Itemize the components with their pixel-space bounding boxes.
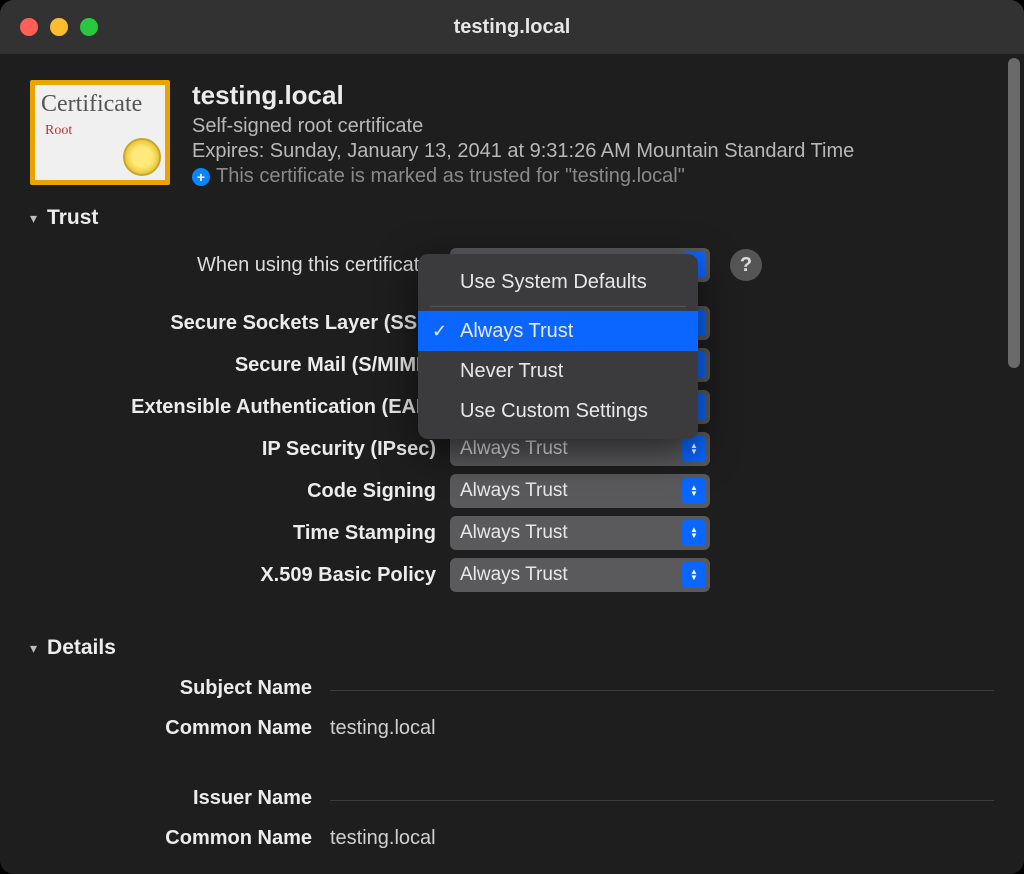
question-mark-icon: ? [740,254,752,277]
chevron-down-icon: ▾ [30,640,37,657]
dropdown-item-always-trust[interactable]: ✓ Always Trust [418,311,698,351]
select-caret-icon: ▲▼ [682,520,706,546]
trust-row-x509: X.509 Basic Policy Always Trust ▲▼ [30,554,994,596]
issuer-common-name-value: testing.local [330,827,994,850]
certificate-icon: Certificate Root [30,80,170,185]
issuer-common-name-label: Common Name [30,827,330,850]
select-caret-icon: ▲▼ [682,562,706,588]
trust-disclosure[interactable]: ▾ Trust [30,206,994,230]
trust-label-codesigning: Code Signing [30,480,450,503]
details-disclosure[interactable]: ▾ Details [30,636,994,660]
vertical-scrollbar[interactable] [1008,58,1020,368]
issuer-name-header-row: Issuer Name [30,778,994,818]
trust-section-label: Trust [47,206,98,230]
subject-common-name-value: testing.local [330,717,994,740]
subject-name-header: Subject Name [30,677,330,700]
help-button[interactable]: ? [730,249,762,281]
certificate-name: testing.local [192,80,854,111]
trust-select-codesigning-value: Always Trust [460,480,568,502]
trust-select-timestamping[interactable]: Always Trust ▲▼ [450,516,710,550]
trust-label-timestamping: Time Stamping [30,522,450,545]
trust-label-ssl: Secure Sockets Layer (SSL) [30,312,450,335]
details-section-label: Details [47,636,116,660]
select-caret-icon: ▲▼ [682,478,706,504]
window-title: testing.local [0,16,1024,39]
certificate-summary: Certificate Root testing.local Self-sign… [30,80,994,188]
divider [330,800,994,801]
certificate-icon-script: Certificate [41,91,142,118]
dropdown-item-system-defaults[interactable]: Use System Defaults [418,262,698,302]
trust-row-codesigning: Code Signing Always Trust ▲▼ [30,470,994,512]
titlebar: testing.local [0,0,1024,54]
certificate-trust-status-text: This certificate is marked as trusted fo… [216,165,685,188]
dropdown-item-never-trust[interactable]: Never Trust [418,351,698,391]
trust-label-ipsec: IP Security (IPsec) [30,438,450,461]
certificate-type: Self-signed root certificate [192,115,854,138]
trust-policy-dropdown: Use System Defaults ✓ Always Trust Never… [418,254,698,439]
trust-label-x509: X.509 Basic Policy [30,564,450,587]
trust-row-timestamping: Time Stamping Always Trust ▲▼ [30,512,994,554]
certificate-text: testing.local Self-signed root certifica… [192,80,854,188]
dropdown-item-label: Use Custom Settings [460,400,648,423]
certificate-icon-root: Root [45,123,72,139]
trust-select-timestamping-value: Always Trust [460,522,568,544]
divider [330,690,994,691]
dropdown-item-label: Never Trust [460,360,563,383]
when-using-label: When using this certificate: [30,254,450,277]
trust-label-smime: Secure Mail (S/MIME) [30,354,450,377]
subject-common-name-row: Common Name testing.local [30,708,994,748]
certificate-expiry: Expires: Sunday, January 13, 2041 at 9:3… [192,140,854,163]
trust-select-ipsec-value: Always Trust [460,438,568,460]
keychain-certificate-window: testing.local Certificate Root testing.l… [0,0,1024,874]
close-window-button[interactable] [20,18,38,36]
dropdown-item-label: Always Trust [460,320,573,343]
trust-label-eap: Extensible Authentication (EAP) [30,396,450,419]
dropdown-item-custom-settings[interactable]: Use Custom Settings [418,391,698,431]
trust-select-x509-value: Always Trust [460,564,568,586]
chevron-down-icon: ▾ [30,210,37,227]
subject-name-header-row: Subject Name [30,668,994,708]
zoom-window-button[interactable] [80,18,98,36]
trust-select-x509[interactable]: Always Trust ▲▼ [450,558,710,592]
certificate-trust-status: + This certificate is marked as trusted … [192,165,854,188]
certificate-seal-icon [123,138,161,176]
plus-badge-icon: + [192,168,210,186]
content-area: Certificate Root testing.local Self-sign… [0,54,1024,874]
trust-select-codesigning[interactable]: Always Trust ▲▼ [450,474,710,508]
window-controls [20,18,98,36]
select-caret-icon: ▲▼ [682,436,706,462]
issuer-name-header: Issuer Name [30,787,330,810]
details-section: ▾ Details Subject Name Common Name testi… [30,636,994,858]
check-icon: ✓ [432,321,447,342]
dropdown-item-label: Use System Defaults [460,271,647,294]
dropdown-separator [430,306,686,307]
issuer-common-name-row: Common Name testing.local [30,818,994,858]
minimize-window-button[interactable] [50,18,68,36]
subject-common-name-label: Common Name [30,717,330,740]
